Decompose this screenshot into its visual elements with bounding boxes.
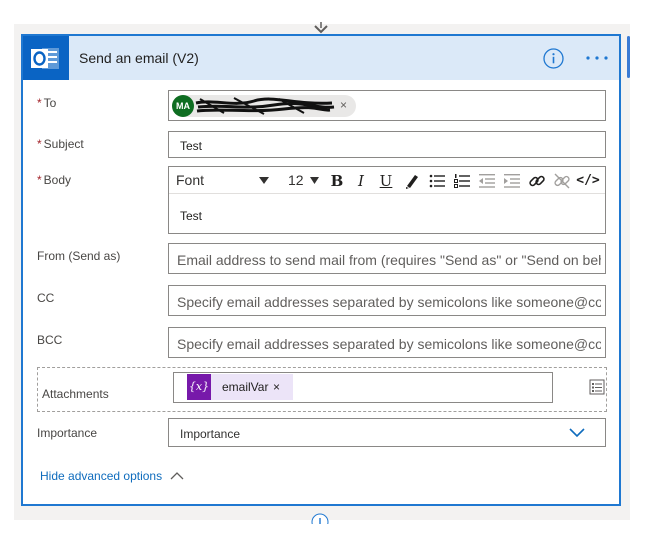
ellipsis-icon[interactable] xyxy=(585,48,609,68)
bcc-placeholder: Specify email addresses separated by sem… xyxy=(177,336,601,352)
action-title: Send an email (V2) xyxy=(79,50,199,66)
cc-label: CC xyxy=(37,291,55,305)
numbered-list-icon[interactable] xyxy=(452,171,472,191)
bullet-list-icon[interactable] xyxy=(427,171,447,191)
required-mark: * xyxy=(37,173,42,187)
font-size-select[interactable]: 12 xyxy=(288,172,304,188)
required-mark: * xyxy=(37,96,42,110)
from-label: From (Send as) xyxy=(37,249,121,263)
remove-token-icon[interactable]: × xyxy=(273,380,280,394)
remove-recipient-icon[interactable]: × xyxy=(340,98,347,112)
hide-advanced-options-link[interactable]: Hide advanced options xyxy=(40,469,162,483)
font-select[interactable]: Font xyxy=(176,172,204,188)
unlink-icon[interactable] xyxy=(552,171,572,191)
variable-token[interactable]: {x} emailVar × xyxy=(187,374,293,400)
attachments-label: Attachments xyxy=(42,387,109,401)
attachments-input[interactable]: {x} emailVar × xyxy=(173,372,553,403)
underline-button[interactable]: U xyxy=(376,171,396,191)
recipient-chip[interactable]: MA × xyxy=(172,95,356,117)
from-input[interactable]: Email address to send mail from (require… xyxy=(168,243,606,274)
avatar: MA xyxy=(172,95,194,117)
caret-down-icon[interactable] xyxy=(259,177,269,184)
flow-arrow-down-icon xyxy=(314,22,328,34)
chevron-down-icon[interactable] xyxy=(569,428,585,438)
link-icon[interactable] xyxy=(527,171,547,191)
body-label-text: Body xyxy=(43,173,72,187)
importance-select[interactable]: Importance xyxy=(168,418,606,447)
switch-to-array-icon[interactable] xyxy=(588,378,606,396)
attachments-array: Attachments {x} emailVar × xyxy=(37,367,607,412)
subject-value: Test xyxy=(180,139,203,153)
importance-label: Importance xyxy=(37,426,98,440)
bold-button[interactable]: B xyxy=(327,171,347,191)
cc-input[interactable]: Specify email addresses separated by sem… xyxy=(168,285,606,316)
outlook-icon xyxy=(23,36,69,80)
to-label: * To xyxy=(37,96,56,110)
scrollbar-thumb[interactable] xyxy=(627,36,630,78)
bcc-input[interactable]: Specify email addresses separated by sem… xyxy=(168,327,606,358)
redacted-recipient xyxy=(195,97,335,115)
to-label-text: To xyxy=(43,96,57,110)
subject-input[interactable]: Test xyxy=(168,131,606,158)
cc-placeholder: Specify email addresses separated by sem… xyxy=(177,294,601,310)
info-circle-icon[interactable] xyxy=(543,48,564,69)
subject-label-text: Subject xyxy=(43,137,84,151)
bcc-label: BCC xyxy=(37,333,63,347)
importance-value: Importance xyxy=(180,427,241,441)
chevron-up-icon[interactable] xyxy=(170,471,184,480)
to-field[interactable]: MA × xyxy=(168,90,606,121)
body-value: Test xyxy=(180,209,203,223)
variable-icon: {x} xyxy=(187,374,211,400)
insert-step-icon[interactable] xyxy=(310,512,330,524)
body-label: * Body xyxy=(37,173,71,187)
required-mark: * xyxy=(37,137,42,151)
body-editor[interactable]: Font 12 B I U </> Test xyxy=(168,166,606,234)
send-email-action-card: Send an email (V2) *To MA × *Subject T xyxy=(21,34,621,506)
code-view-button[interactable]: </> xyxy=(575,171,601,191)
highlight-pen-icon[interactable] xyxy=(402,171,422,191)
italic-button[interactable]: I xyxy=(351,171,371,191)
subject-label: * Subject xyxy=(37,137,84,151)
rich-text-toolbar: Font 12 B I U </> xyxy=(169,167,605,194)
from-placeholder: Email address to send mail from (require… xyxy=(177,252,601,268)
action-header[interactable]: Send an email (V2) xyxy=(23,36,619,80)
variable-token-label: emailVar xyxy=(222,380,269,394)
increase-indent-icon[interactable] xyxy=(502,171,522,191)
decrease-indent-icon[interactable] xyxy=(477,171,497,191)
caret-down-icon[interactable] xyxy=(310,177,319,184)
